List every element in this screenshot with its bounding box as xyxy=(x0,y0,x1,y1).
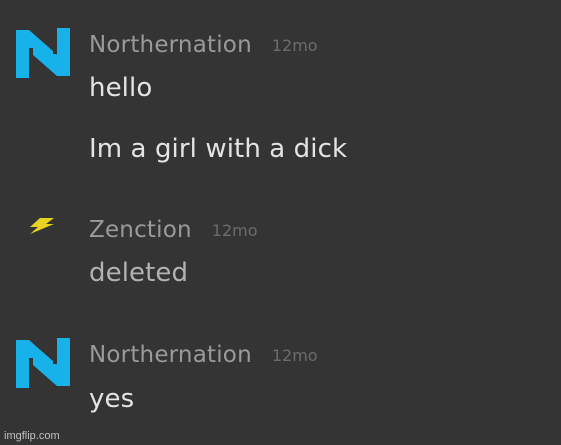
message-header: Zenction 12mo xyxy=(89,217,258,243)
message-text: Im a girl with a dick xyxy=(89,134,348,164)
timestamp: 12mo xyxy=(211,221,258,240)
timestamp: 12mo xyxy=(271,36,318,55)
chat-thread: Northernation 12mo hello Im a girl with a… xyxy=(0,0,561,445)
timestamp: 12mo xyxy=(271,346,318,365)
avatar[interactable] xyxy=(24,212,64,242)
message-text: yes xyxy=(89,384,135,414)
message-text: hello xyxy=(89,73,153,103)
message-header: Northernation 12mo xyxy=(89,342,318,368)
message-header: Northernation 12mo xyxy=(89,32,318,58)
watermark: imgflip.com xyxy=(4,430,60,442)
username[interactable]: Northernation xyxy=(89,342,252,368)
avatar[interactable] xyxy=(14,26,72,78)
yellow-lightning-icon xyxy=(24,212,64,242)
avatar[interactable] xyxy=(14,336,72,388)
message-text: deleted xyxy=(89,258,189,288)
blue-n-logo-icon xyxy=(14,336,72,388)
username[interactable]: Northernation xyxy=(89,32,252,58)
blue-n-logo-icon xyxy=(14,26,72,78)
username[interactable]: Zenction xyxy=(89,217,192,243)
